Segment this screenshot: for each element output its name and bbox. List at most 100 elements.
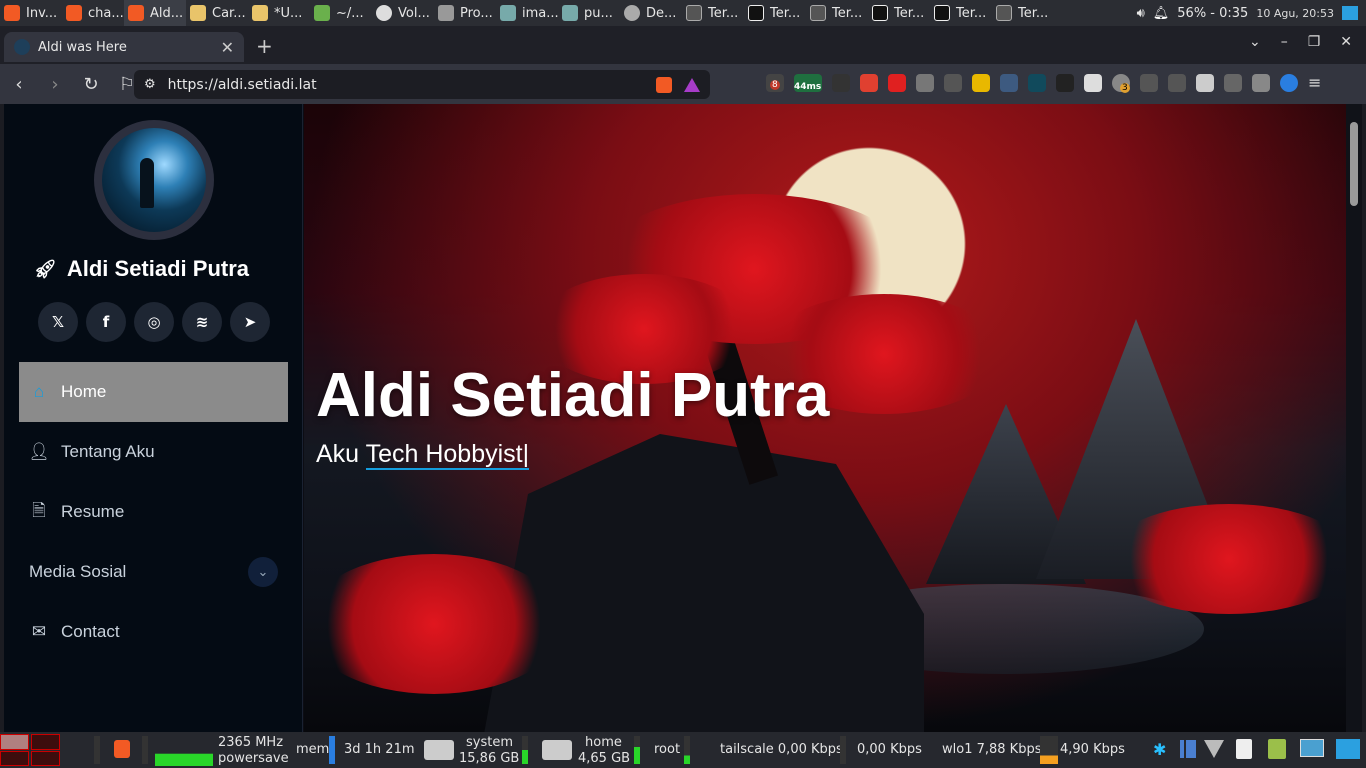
chevron-down-icon[interactable]: ⌄ — [248, 557, 278, 587]
music-icon[interactable] — [1168, 74, 1186, 92]
camera-icon[interactable] — [916, 74, 934, 92]
minimize-icon[interactable]: – — [1281, 34, 1288, 50]
nav-item-contact[interactable]: ✉ Contact — [19, 602, 288, 662]
task-brave-2[interactable]: cha... — [62, 0, 124, 26]
brave-shields-icon[interactable] — [656, 76, 672, 93]
menu-icon[interactable]: ≡ — [1308, 74, 1326, 92]
instagram-icon[interactable]: ◎ — [134, 302, 174, 342]
vpn-icon[interactable] — [1028, 74, 1046, 92]
wifi-icon[interactable] — [1204, 740, 1224, 758]
nav-item-media-sosial[interactable]: Media Sosial ⌄ — [19, 542, 288, 602]
get-crx-icon[interactable] — [944, 74, 962, 92]
task-brave-1[interactable]: Inv... — [0, 0, 62, 26]
telegram-icon[interactable]: ➤ — [230, 302, 270, 342]
nav-item-resume[interactable]: 🗎 Resume — [19, 482, 288, 542]
cursor-icon[interactable] — [1000, 74, 1018, 92]
json-icon[interactable] — [832, 74, 850, 92]
task-editor-2[interactable]: *U... — [248, 0, 310, 26]
drive-icon — [542, 740, 572, 760]
forward-icon[interactable]: › — [44, 74, 66, 95]
task-volume[interactable]: Vol... — [372, 0, 434, 26]
ublock-icon[interactable]: 8 — [766, 74, 784, 92]
rocket-icon: 🚀︎ — [34, 258, 57, 279]
task-files-2[interactable]: ima... — [496, 0, 558, 26]
rss-icon[interactable] — [860, 74, 878, 92]
folder-icon — [438, 5, 454, 21]
task-terminal-6[interactable]: Ter... — [992, 0, 1054, 26]
desktop-pager-2[interactable] — [31, 734, 60, 750]
close-tab-icon[interactable]: ✕ — [221, 38, 234, 57]
task-terminal-3[interactable]: Ter... — [806, 0, 868, 26]
desktop-pager-3[interactable] — [0, 751, 29, 766]
task-brave-3[interactable]: Ald... — [124, 0, 186, 26]
signal-icon[interactable] — [1180, 740, 1196, 758]
close-window-icon[interactable]: ✕ — [1340, 34, 1352, 50]
sidebar-icon[interactable] — [1196, 74, 1214, 92]
show-desktop-icon[interactable] — [1342, 6, 1358, 20]
task-terminal-1[interactable]: Ter... — [682, 0, 744, 26]
brave-launcher-icon[interactable] — [114, 740, 130, 758]
back-icon[interactable]: ‹ — [8, 74, 30, 95]
url-text[interactable]: https://aldi.setiadi.lat — [168, 77, 317, 93]
desktop-pager-1[interactable] — [0, 734, 29, 750]
task-editor-1[interactable]: Car... — [186, 0, 248, 26]
timer-icon[interactable]: 3 — [1112, 74, 1130, 93]
cat-icon[interactable] — [1056, 74, 1074, 92]
spotify-icon[interactable]: ≋ — [182, 302, 222, 342]
desktop-pager-4[interactable] — [31, 751, 60, 766]
cpu-freq: 2365 MHz — [218, 735, 284, 750]
nav-item-home[interactable]: ⌂ Home — [19, 362, 288, 422]
facebook-icon[interactable]: f — [86, 302, 126, 342]
trash-icon[interactable] — [1268, 739, 1286, 759]
scroll-icon[interactable] — [972, 74, 990, 92]
tab-search-icon[interactable]: ⌄ — [1249, 34, 1261, 50]
system-meter — [522, 736, 528, 764]
tab-aldi[interactable]: Aldi was Here ✕ — [4, 32, 244, 62]
x-icon[interactable]: 𝕏 — [38, 302, 78, 342]
site-info-icon[interactable]: ⚙ — [144, 77, 156, 92]
task-terminal-2[interactable]: Ter... — [744, 0, 806, 26]
brave-rewards-icon[interactable] — [684, 77, 700, 92]
clock[interactable]: 10 Agu, 20:53 — [1256, 7, 1334, 20]
clipboard-icon[interactable] — [1236, 739, 1252, 759]
task-terminal-5[interactable]: Ter... — [930, 0, 992, 26]
battery-status[interactable]: 56% - 0:35 — [1177, 6, 1248, 21]
page-scrollbar[interactable] — [1346, 104, 1362, 732]
nav-item-about[interactable]: 👤︎ Tentang Aku — [19, 422, 288, 482]
device-icon — [624, 5, 640, 21]
reload-icon[interactable]: ↻ — [80, 74, 102, 95]
latency-icon[interactable]: 44ms — [794, 74, 822, 92]
puzzle-icon[interactable] — [1140, 74, 1158, 92]
address-bar[interactable]: ⚙ https://aldi.setiadi.lat — [134, 70, 710, 99]
nav-about-label: Tentang Aku — [61, 442, 155, 461]
cpu-governor: powersave — [218, 751, 289, 766]
task-device[interactable]: De... — [620, 0, 682, 26]
profile-name[interactable]: Aldi Setiadi Putra — [67, 256, 249, 282]
folder-icon — [562, 5, 578, 21]
new-tab-button[interactable]: + — [256, 34, 273, 58]
browser-toolbar: ‹ › ↻ ⚐ ⚙ https://aldi.setiadi.lat 8 44m… — [0, 64, 1366, 104]
bluetooth-icon[interactable]: ✱ — [1153, 740, 1166, 759]
task-files-3[interactable]: pu... — [558, 0, 620, 26]
task-editor-3[interactable]: ~/... — [310, 0, 372, 26]
top-system-panel: Inv... cha... Ald... Car... *U... ~/... … — [0, 0, 1366, 26]
screen-icon[interactable] — [1300, 739, 1324, 757]
avatar-figure — [140, 158, 154, 208]
image-search-icon[interactable] — [1084, 74, 1102, 92]
task-terminal-4[interactable]: Ter... — [868, 0, 930, 26]
scrollbar-thumb[interactable] — [1350, 122, 1358, 206]
maximize-icon[interactable]: ❐ — [1308, 34, 1321, 50]
terminal-icon — [934, 5, 950, 21]
nav-home-label: Home — [61, 382, 107, 401]
show-desktop-icon[interactable] — [1336, 739, 1360, 759]
profile-icon[interactable] — [1280, 74, 1298, 92]
wallet-icon[interactable] — [1224, 74, 1242, 92]
leo-icon[interactable] — [1252, 74, 1270, 92]
task-files-1[interactable]: Pro... — [434, 0, 496, 26]
wlo1-meter — [1040, 736, 1058, 764]
volume-icon[interactable]: 🔊︎ — [1137, 6, 1145, 21]
hero-foliage — [1104, 504, 1346, 614]
notification-icon[interactable]: 🔔︎ — [1153, 6, 1170, 21]
mem-meter — [329, 736, 335, 764]
flash-icon[interactable] — [888, 74, 906, 92]
